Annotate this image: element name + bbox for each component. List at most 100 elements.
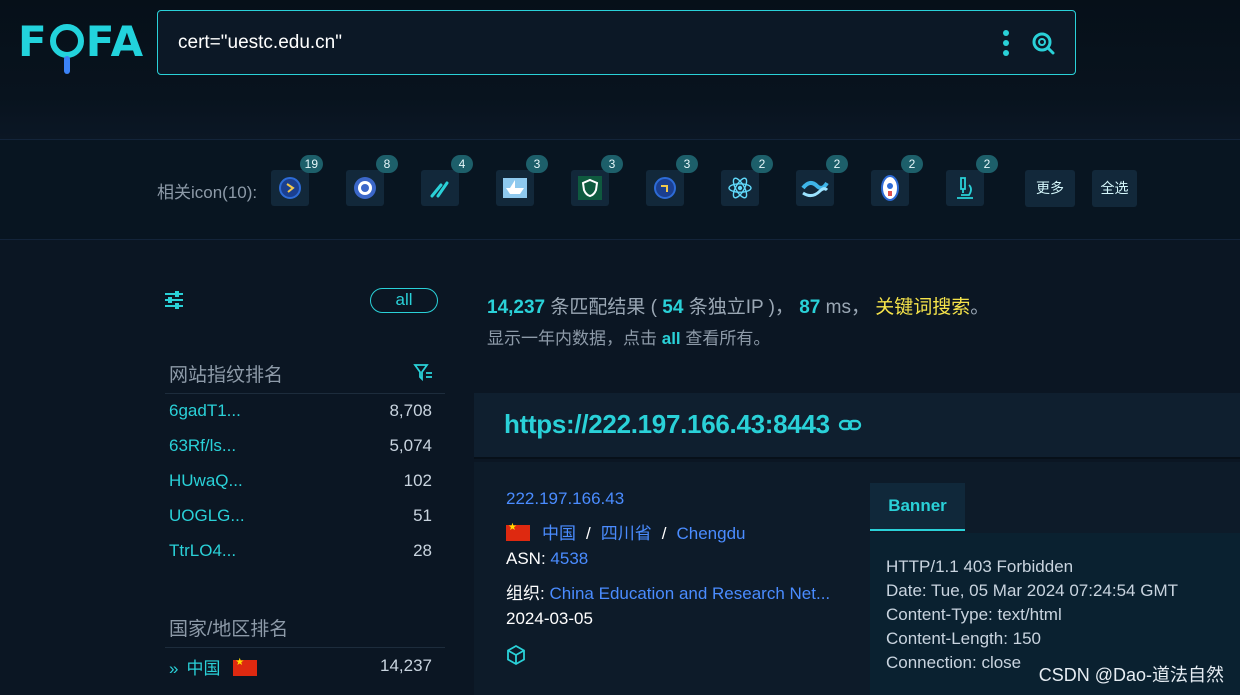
banner-line: Content-Length: 150 — [886, 629, 1042, 648]
select-all-button[interactable]: 全选 — [1092, 170, 1137, 207]
logo-letter-f: F — [18, 16, 48, 66]
city-link[interactable]: Chengdu — [676, 524, 745, 543]
blue-circle-logo-icon — [279, 177, 301, 199]
results-subnote: 显示一年内数据，点击 all 查看所有。 — [487, 324, 770, 349]
double-chevron-right-icon: » — [169, 658, 179, 678]
funnel-filter-icon[interactable] — [413, 362, 433, 382]
fofa-logo[interactable]: F FA — [18, 16, 145, 74]
fingerprint-row[interactable]: UOGLG... 51 — [169, 501, 432, 531]
tab-banner[interactable]: Banner — [870, 483, 965, 531]
fingerprint-count: 28 — [413, 541, 432, 560]
related-icon-9[interactable]: 2 — [871, 155, 923, 206]
university-seal-icon — [354, 177, 376, 199]
icon-count-badge: 2 — [751, 155, 773, 173]
fingerprint-count: 8,708 — [389, 401, 432, 420]
result-location-line: 中国 / 四川省 / Chengdu — [506, 519, 745, 544]
green-shield-icon — [578, 176, 602, 200]
related-icon-10[interactable]: 2 — [946, 155, 998, 206]
more-options-icon[interactable] — [999, 29, 1013, 56]
swirl-icon — [801, 181, 829, 198]
summary-text: 条匹配结果 ( — [545, 297, 663, 318]
fingerprint-row[interactable]: TtrLO4... 28 — [169, 536, 432, 566]
banner-line: Date: Tue, 05 Mar 2024 07:24:54 GMT — [886, 581, 1178, 600]
all-toggle-button[interactable]: all — [370, 288, 438, 313]
summary-text: ms， — [820, 297, 876, 318]
fingerprint-name: TtrLO4... — [169, 541, 237, 560]
cube-icon[interactable] — [505, 644, 527, 666]
result-header: https://222.197.166.43:8443 — [474, 393, 1240, 459]
show-all-link[interactable]: all — [662, 329, 681, 348]
icon-count-badge: 3 — [676, 155, 698, 173]
china-flag-icon — [233, 657, 258, 676]
fingerprint-count: 51 — [413, 506, 432, 525]
link-icon[interactable] — [838, 417, 862, 433]
crest-icon — [881, 175, 899, 201]
unique-ip-count: 54 — [662, 297, 684, 318]
fingerprint-count: 102 — [403, 471, 432, 490]
org-link[interactable]: China Education and Research Net... — [549, 584, 830, 603]
related-icon-8[interactable]: 2 — [796, 155, 848, 206]
banner-line: HTTP/1.1 403 Forbidden — [886, 557, 1074, 576]
related-icons-label: 相关icon(10): — [157, 183, 258, 202]
related-icon-1[interactable]: 19 — [271, 155, 323, 206]
org-label: 组织: — [506, 584, 545, 603]
logo-magnifier-icon — [49, 24, 84, 74]
react-icon — [728, 177, 752, 199]
fingerprint-row[interactable]: 6gadT1... 8,708 — [169, 396, 432, 426]
result-asn-line: ASN: 4538 — [506, 549, 588, 569]
icon-count-badge: 2 — [976, 155, 998, 173]
subnote-text: 显示一年内数据，点击 — [487, 329, 662, 348]
result-url-link[interactable]: https://222.197.166.43:8443 — [504, 409, 830, 440]
province-link[interactable]: 四川省 — [601, 524, 652, 543]
related-icon-2[interactable]: 8 — [346, 155, 398, 206]
search-icon[interactable] — [1031, 31, 1055, 55]
china-flag-icon — [506, 522, 530, 541]
search-box — [157, 10, 1076, 75]
related-icon-3[interactable]: 4 — [421, 155, 473, 206]
sliders-icon[interactable] — [163, 289, 185, 311]
country-row[interactable]: » 中国 14,237 — [169, 651, 432, 681]
keyword-search-link[interactable]: 关键词搜索 — [875, 297, 970, 318]
total-results: 14,237 — [487, 297, 546, 318]
icon-count-badge: 2 — [901, 155, 923, 173]
country-link[interactable]: 中国 — [542, 524, 576, 543]
more-icons-button[interactable]: 更多 — [1025, 170, 1075, 207]
fingerprint-name: UOGLG... — [169, 506, 245, 525]
asn-label: ASN: — [506, 549, 546, 568]
country-name: 中国 — [186, 658, 221, 678]
separator: / — [586, 524, 591, 543]
icon-count-badge: 3 — [601, 155, 623, 173]
result-ip-link[interactable]: 222.197.166.43 — [506, 489, 624, 508]
fingerprint-name: 63Rf/ls... — [169, 436, 237, 455]
top-bar: F FA — [0, 0, 1240, 140]
country-name-group: » 中国 — [169, 654, 258, 679]
watermark: CSDN @Dao-道法自然 — [1038, 665, 1224, 685]
fingerprint-ranking-heading: 网站指纹排名 — [169, 365, 284, 386]
summary-text: 。 — [970, 297, 990, 318]
blue-circle-logo-2-icon — [654, 177, 676, 199]
related-icon-7[interactable]: 2 — [721, 155, 773, 206]
related-icon-4[interactable]: 3 — [496, 155, 548, 206]
icon-count-badge: 19 — [299, 155, 323, 173]
microscope-icon — [957, 177, 973, 199]
fingerprint-name: 6gadT1... — [169, 401, 241, 420]
separator: / — [661, 524, 667, 543]
tools-icon — [430, 181, 449, 198]
logo-letters-fa: FA — [85, 16, 145, 66]
icon-count-badge: 8 — [376, 155, 398, 173]
related-icons-bar: 相关icon(10): 19 8 4 3 3 3 2 2 2 2 更多 全选 — [0, 140, 1240, 240]
fingerprint-row[interactable]: HUwaQ... 102 — [169, 466, 432, 496]
fingerprint-row[interactable]: 63Rf/ls... 5,074 — [169, 431, 432, 461]
country-ranking-heading: 国家/地区排名 — [169, 619, 289, 640]
divider — [165, 393, 445, 394]
subnote-text: 查看所有。 — [680, 329, 771, 348]
search-input[interactable] — [178, 31, 999, 54]
related-icon-6[interactable]: 3 — [646, 155, 698, 206]
asn-link[interactable]: 4538 — [550, 549, 588, 568]
icon-count-badge: 3 — [526, 155, 548, 173]
divider — [165, 647, 445, 648]
result-org-line: 组织: China Education and Research Net... — [506, 579, 830, 604]
banner-line: Content-Type: text/html — [886, 605, 1062, 624]
summary-text: 条独立IP )， — [683, 297, 800, 318]
related-icon-5[interactable]: 3 — [571, 155, 623, 206]
